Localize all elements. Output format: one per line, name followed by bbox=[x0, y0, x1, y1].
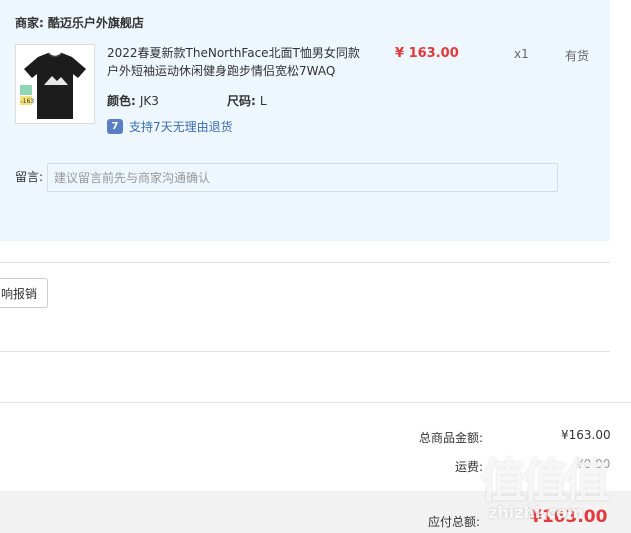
color-value: JK3 bbox=[139, 94, 159, 108]
watermark-url: zhizhi.com bbox=[488, 503, 584, 522]
color-spec: 颜色: JK3 bbox=[107, 92, 159, 109]
size-spec: 尺码: L bbox=[227, 92, 267, 109]
invoice-button[interactable]: 响报销 bbox=[0, 278, 48, 308]
shop-label: 商家: bbox=[15, 16, 44, 30]
product-thumbnail[interactable]: -163 bbox=[15, 44, 95, 124]
divider bbox=[0, 402, 631, 403]
shipping-label: 运费: bbox=[455, 460, 484, 474]
watermark-logo: 值值值 bbox=[480, 454, 610, 508]
goods-total-value: ¥163.00 bbox=[561, 428, 611, 442]
product-title[interactable]: 2022春夏新款TheNorthFace北面T恤男女同款 户外短袖运动休闲健身跑… bbox=[107, 44, 367, 80]
goods-total-label: 总商品金额: bbox=[419, 431, 484, 445]
divider bbox=[0, 262, 610, 263]
tshirt-image: -163 bbox=[20, 52, 86, 119]
size-label: 尺码: bbox=[227, 94, 256, 108]
product-title-line: 2022春夏新款TheNorthFace北面T恤男女同款 bbox=[107, 46, 360, 60]
stock-status: 有货 bbox=[565, 49, 590, 63]
return-policy[interactable]: 7 支持7天无理由退货 bbox=[107, 118, 233, 135]
return-policy-text: 支持7天无理由退货 bbox=[129, 120, 233, 134]
product-quantity: x1 bbox=[514, 47, 529, 61]
return-7day-icon: 7 bbox=[107, 119, 123, 134]
product-title-line: 户外短袖运动休闲健身跑步情侣宽松7WAQ bbox=[107, 64, 336, 78]
shop-line: 商家: 酷迈乐户外旗舰店 bbox=[15, 14, 144, 31]
product-price: ¥ 163.00 bbox=[395, 46, 459, 61]
thumb-price-tag: -163 bbox=[21, 98, 35, 105]
remark-input[interactable] bbox=[47, 163, 558, 192]
divider bbox=[0, 351, 610, 352]
total-payable-label: 应付总额: bbox=[428, 515, 481, 529]
invoice-button-label: 响报销 bbox=[0, 286, 37, 301]
remark-label: 留言: bbox=[15, 170, 44, 184]
size-value: L bbox=[259, 94, 267, 108]
color-label: 颜色: bbox=[107, 94, 136, 108]
shop-name[interactable]: 酷迈乐户外旗舰店 bbox=[48, 16, 144, 30]
order-panel: 商家: 酷迈乐户外旗舰店 -163 2022春夏新款TheNorthFace北面T… bbox=[0, 0, 610, 241]
